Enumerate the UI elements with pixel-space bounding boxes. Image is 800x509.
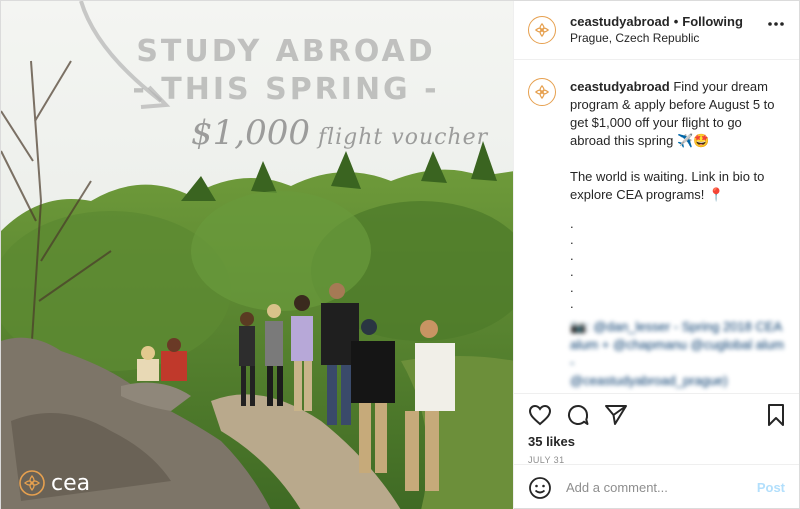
save-bookmark-icon[interactable] [767,404,785,426]
cea-watermark: cea [19,470,90,496]
post-comment-button[interactable]: Post [757,480,785,495]
headline-line-1: STUDY ABROAD [136,34,436,69]
credit-line-3[interactable]: @ceastudyabroad_prague) [570,372,785,390]
caption-text: ceastudyabroad Find your dream program &… [570,78,785,393]
like-heart-icon[interactable] [528,404,552,426]
watermark-text: cea [51,470,91,496]
photo-credit: 📷: @dan_lesser - Spring 2018 CEA alum + … [570,318,785,390]
comment-bubble-icon[interactable] [566,403,590,427]
cea-logo-icon [19,470,45,496]
dot-line: . [570,216,574,231]
location-link[interactable]: Prague, Czech Republic [570,30,743,46]
comment-bar: Post [514,464,799,509]
voucher-text: $1,000 flight voucher [191,113,488,153]
header-username[interactable]: ceastudyabroad [570,14,670,29]
emoji-smiley-icon[interactable] [528,476,552,500]
post-image[interactable]: STUDY ABROAD - THIS SPRING - $1,000 fligh… [1,1,513,509]
dot-line: . [570,296,574,311]
more-options-icon[interactable] [767,21,785,27]
caption-username[interactable]: ceastudyabroad [570,79,670,94]
caption-avatar[interactable] [528,78,556,106]
comment-input[interactable] [566,480,757,495]
separator-dot: • [673,14,679,29]
dot-line: . [570,264,574,279]
cea-logo-icon [534,22,550,38]
headline-line-2: - THIS SPRING - [132,72,440,107]
dot-line: . [570,232,574,247]
post-panel: ceastudyabroad • Following Prague, Czech R… [513,1,799,509]
dot-line: . [570,248,574,263]
caption-paragraph-2: The world is waiting. Link in bio to exp… [570,169,765,202]
post-date[interactable]: JULY 31 [528,455,785,465]
instagram-post: STUDY ABROAD - THIS SPRING - $1,000 fligh… [0,0,800,509]
voucher-amount: $1,000 [191,113,310,153]
following-button[interactable]: Following [682,14,743,29]
dot-line: . [570,280,574,295]
likes-count[interactable]: 35 likes [528,434,785,449]
credit-line-2[interactable]: alum + @chapmanu @cuglobal alum - [570,336,785,372]
post-header: ceastudyabroad • Following Prague, Czech R… [514,1,799,60]
credit-line-1[interactable]: 📷: @dan_lesser - Spring 2018 CEA [570,318,785,336]
action-bar: 35 likes JULY 31 [514,393,799,465]
voucher-label: flight voucher [317,125,489,150]
cea-logo-icon [534,84,550,100]
avatar[interactable] [528,16,556,44]
caption-area: ceastudyabroad Find your dream program &… [514,60,799,393]
caption-dots: . . . . . . [570,216,785,312]
share-paper-plane-icon[interactable] [604,404,628,426]
